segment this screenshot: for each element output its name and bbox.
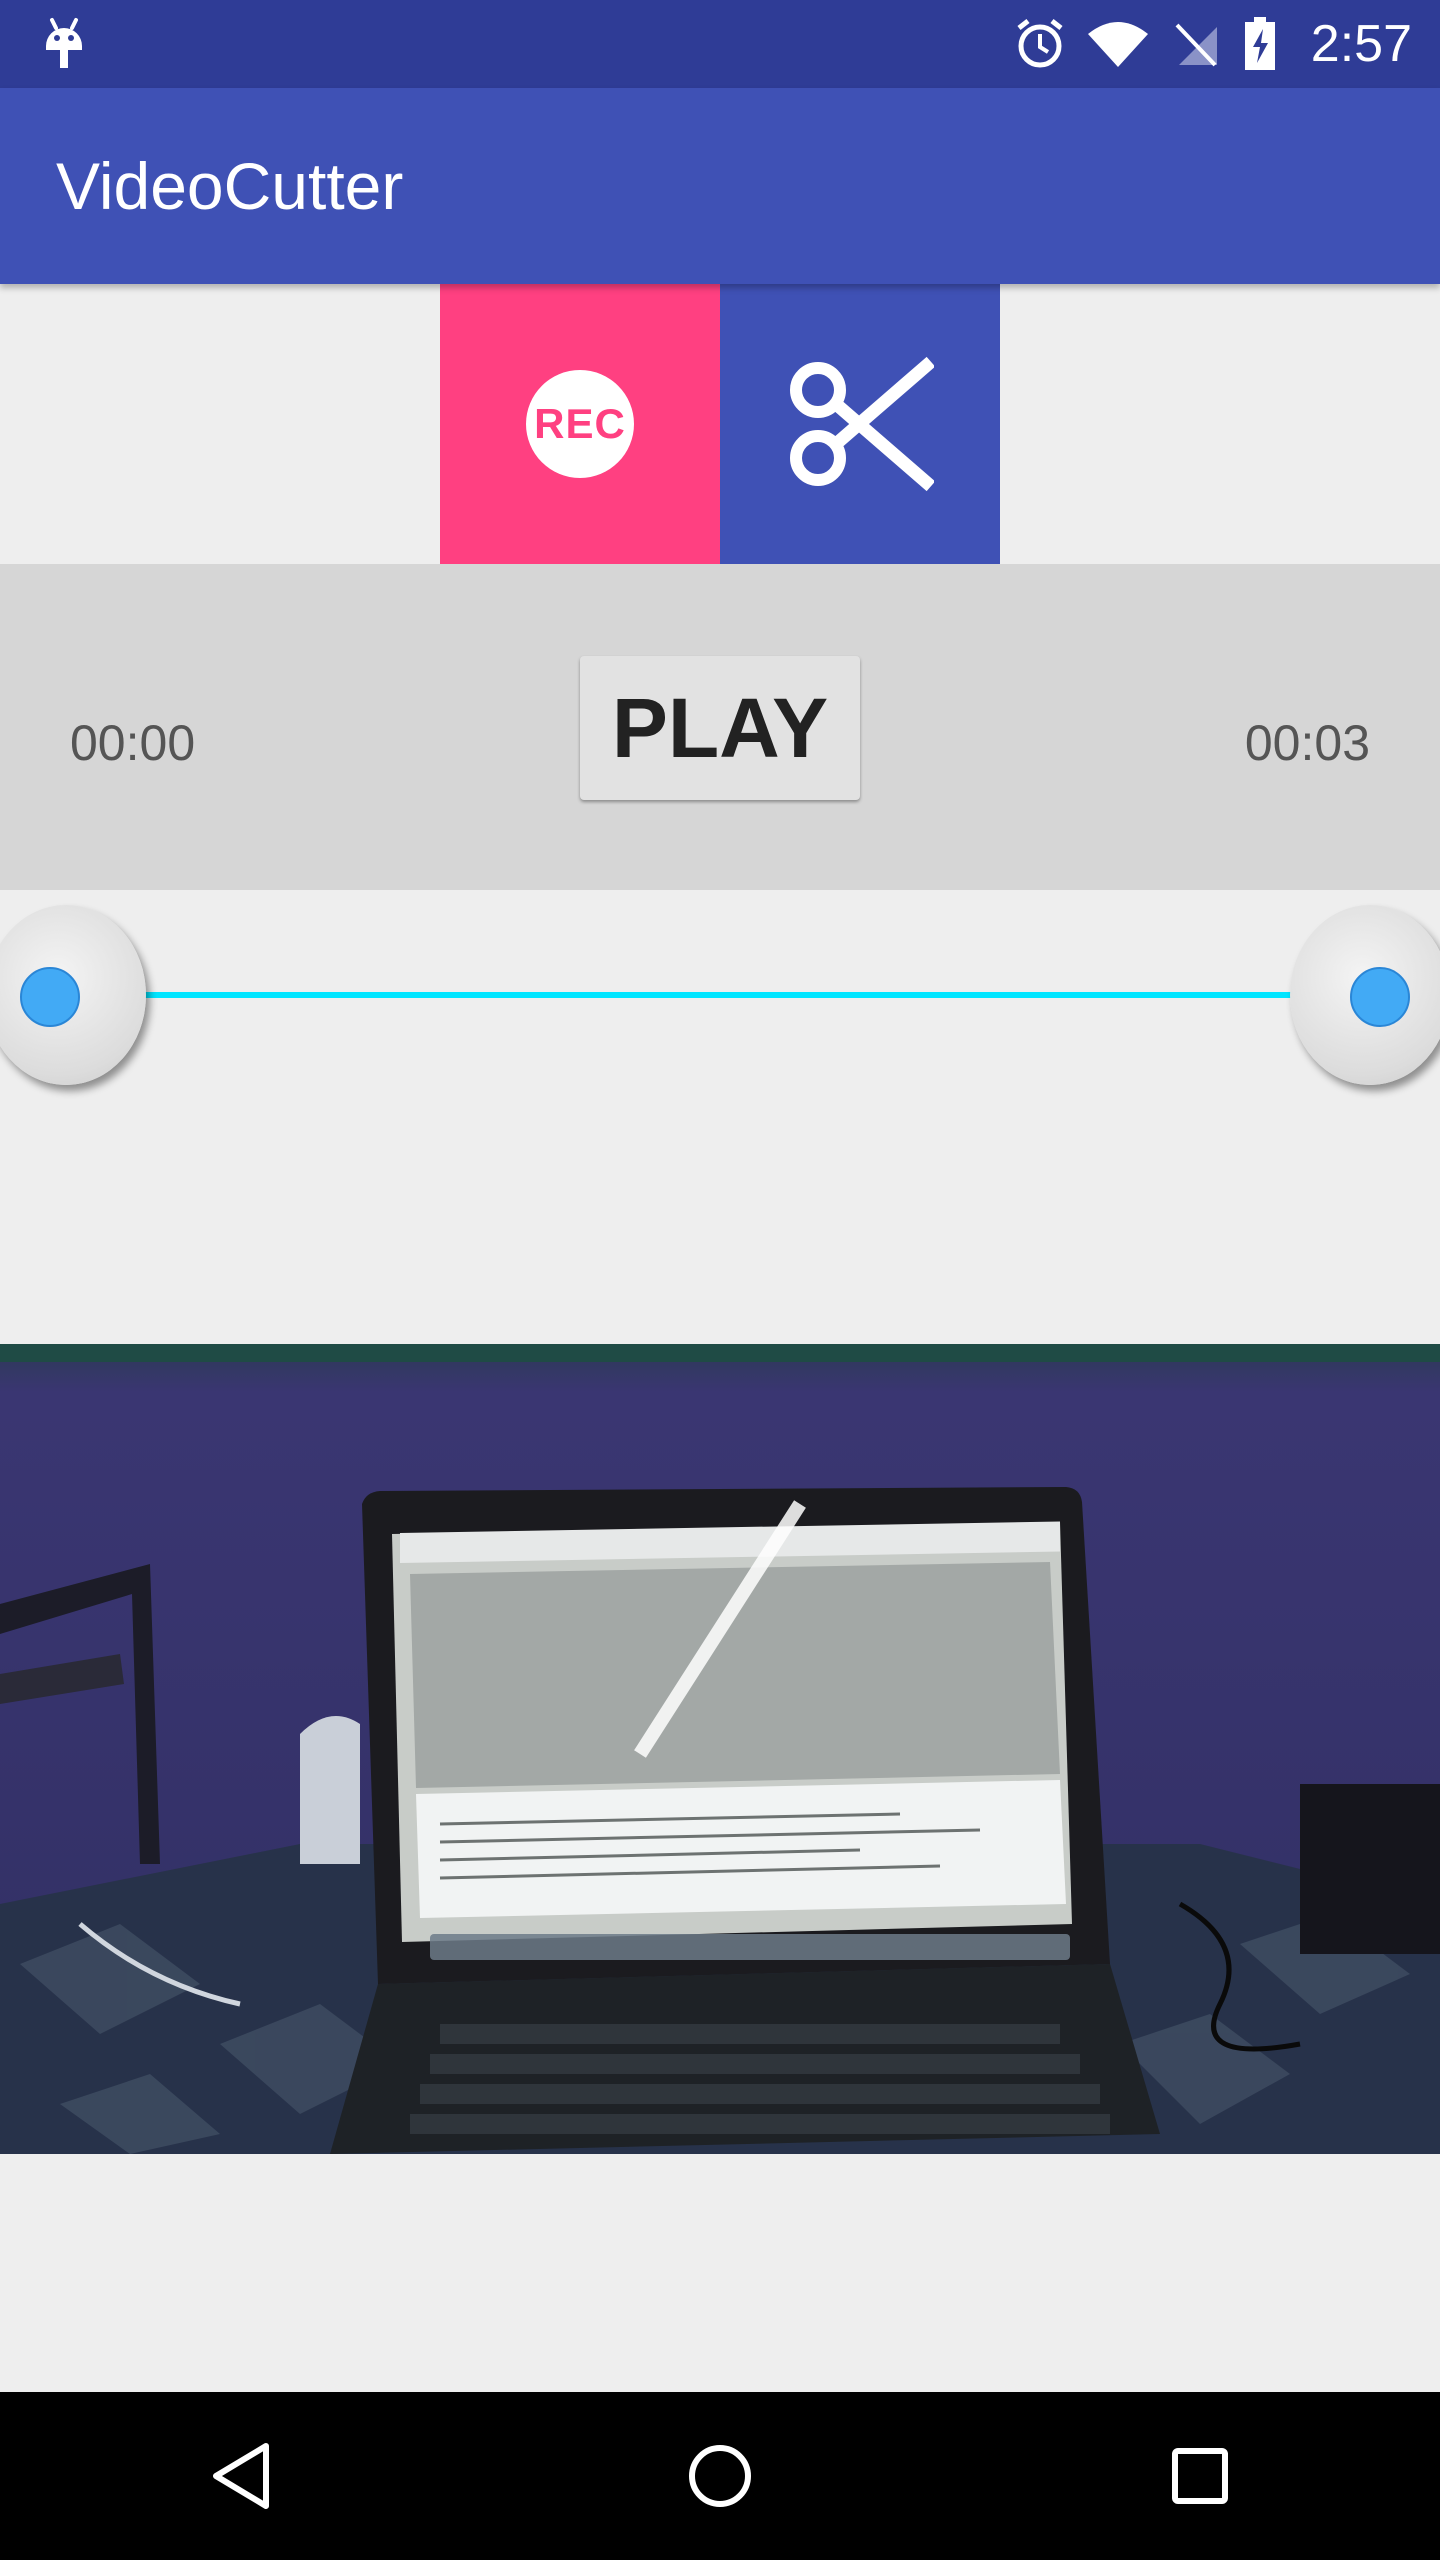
clock: 2:57 — [1310, 15, 1412, 73]
status-bar: 2:57 — [0, 0, 1440, 88]
range-slider-track[interactable] — [140, 992, 1300, 998]
range-start-handle[interactable] — [0, 905, 146, 1085]
start-time: 00:00 — [70, 715, 196, 771]
android-icon — [46, 18, 82, 68]
video-frame-thumbnail — [0, 1344, 1440, 2154]
home-button[interactable] — [660, 2416, 780, 2536]
record-button[interactable]: REC — [440, 284, 720, 564]
range-start-dot — [20, 967, 80, 1027]
cut-button[interactable] — [720, 284, 1000, 564]
app-bar: VideoCutter — [0, 88, 1440, 284]
home-icon — [689, 2445, 751, 2507]
range-end-handle[interactable] — [1290, 905, 1440, 1085]
end-time: 00:03 — [1244, 715, 1370, 771]
range-end-dot — [1350, 967, 1410, 1027]
alarm-icon — [1017, 19, 1063, 68]
recents-button[interactable] — [1140, 2416, 1260, 2536]
video-frame[interactable] — [0, 1344, 1440, 2154]
back-button[interactable] — [180, 2416, 300, 2536]
record-icon: REC — [526, 370, 634, 478]
battery-charging-icon — [1244, 17, 1275, 70]
wifi-icon — [1087, 22, 1148, 67]
play-button[interactable]: PLAY — [580, 656, 860, 800]
back-icon — [213, 2443, 269, 2509]
app-title: VideoCutter — [56, 149, 404, 223]
record-label: REC — [534, 400, 626, 447]
player-controls: 00:00 PLAY 00:03 — [0, 564, 1440, 890]
recents-icon — [1172, 2448, 1228, 2504]
no-sim-icon — [1175, 23, 1217, 67]
scissors-icon — [790, 356, 934, 492]
navigation-bar — [0, 2392, 1440, 2560]
